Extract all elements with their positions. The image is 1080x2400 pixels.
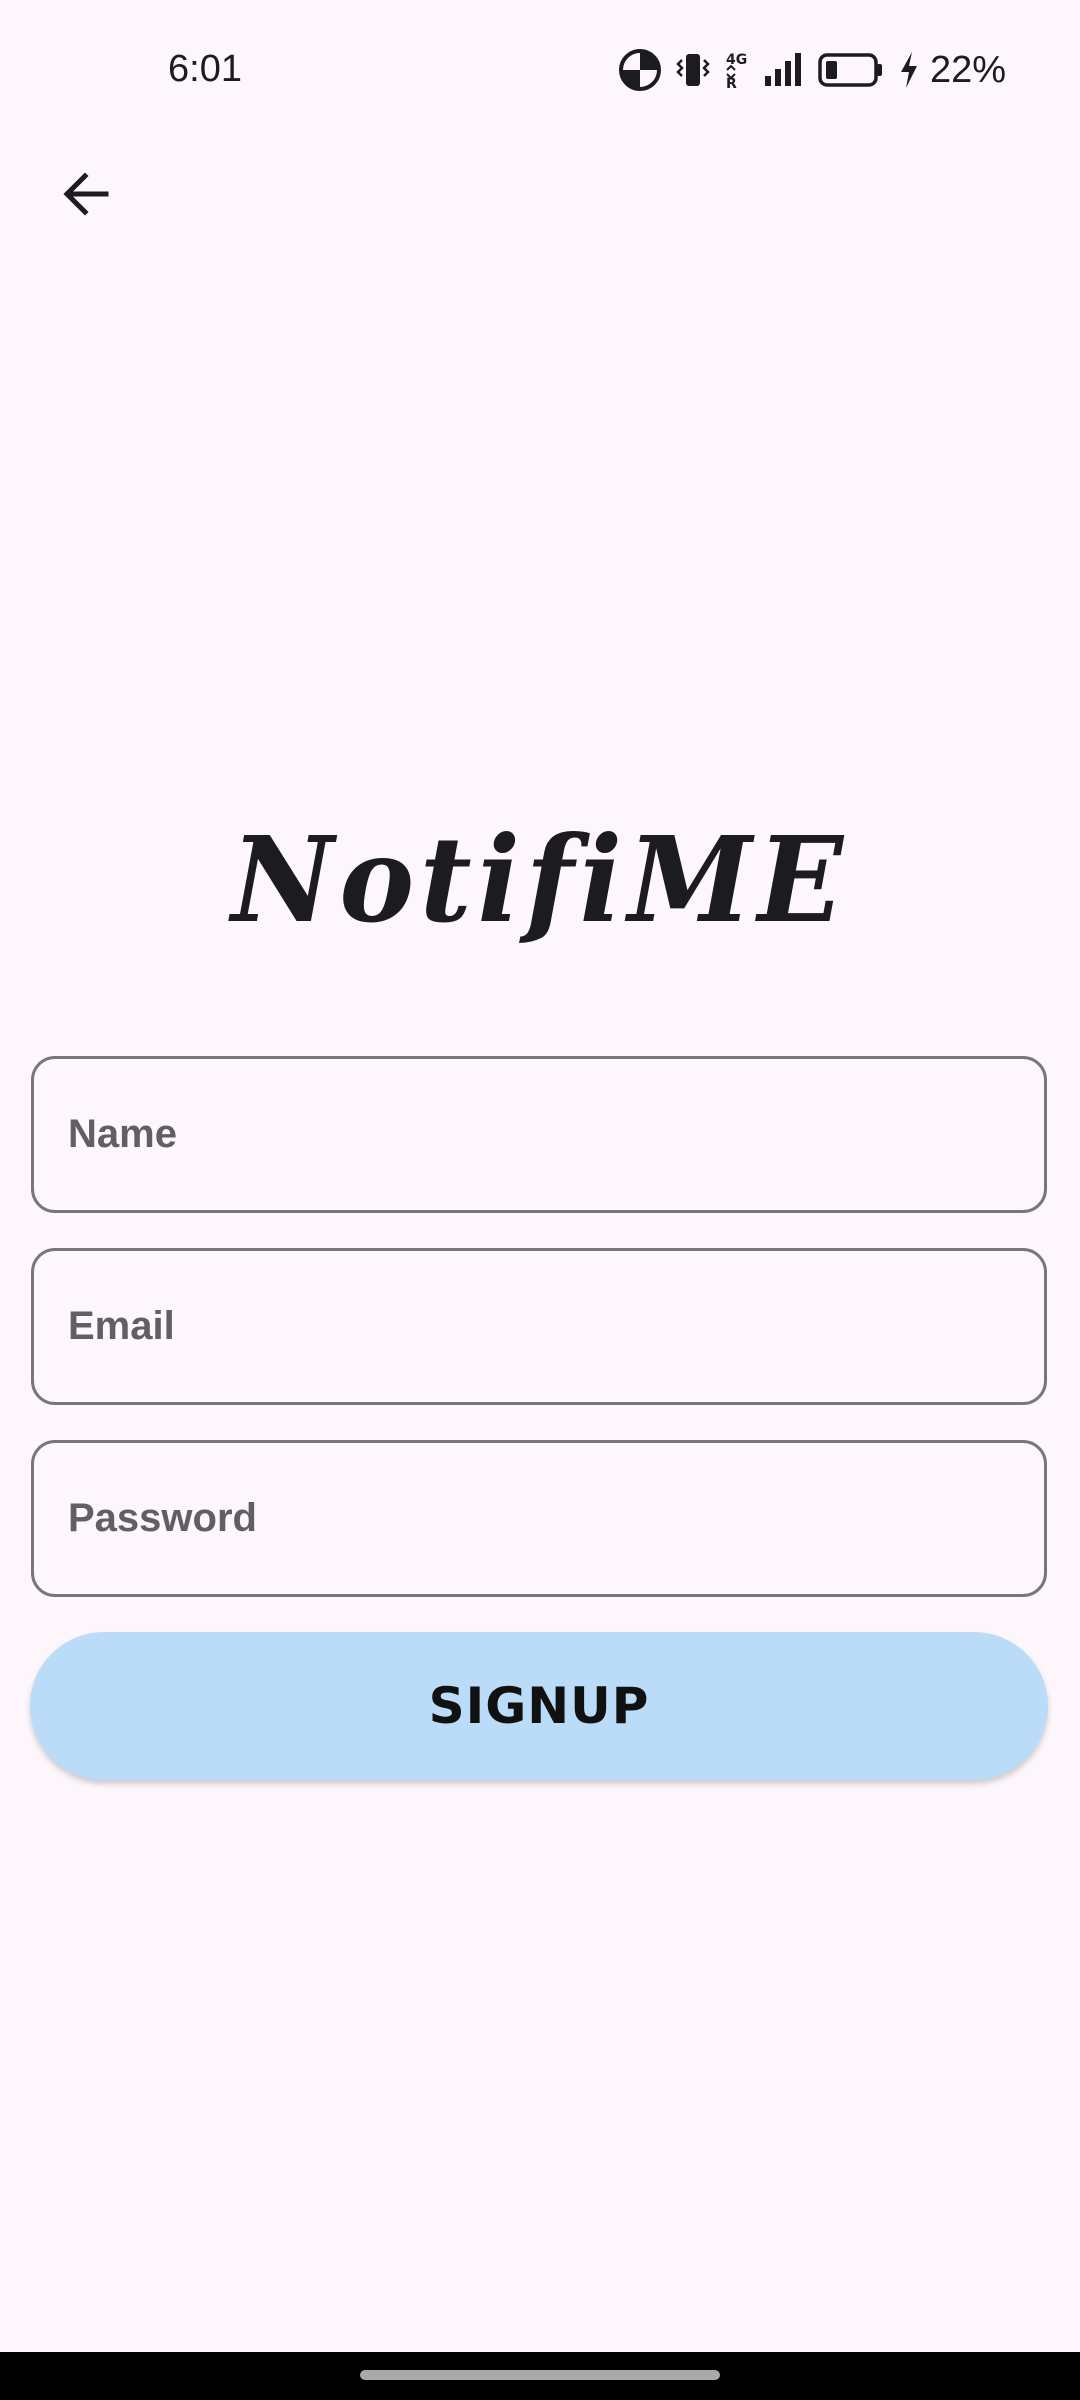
charging-icon [898,50,920,90]
email-input[interactable] [68,1304,1044,1349]
network-4g-icon: 4G R [724,48,750,92]
name-input[interactable] [68,1112,1044,1157]
signal-icon [764,52,804,88]
battery-percent: 22% [929,48,1006,91]
password-input[interactable] [68,1496,1044,1541]
signup-button[interactable]: SIGNUP [30,1632,1048,1780]
status-icons: 4G R 22% [618,46,1006,94]
name-field[interactable] [31,1056,1047,1213]
email-field[interactable] [31,1248,1047,1405]
status-time: 6:01 [168,48,242,90]
app-logo: NotifiME [231,810,849,949]
data-saver-icon [618,48,662,92]
arrow-left-icon [58,166,114,227]
battery-icon [818,52,884,88]
back-button[interactable] [38,148,134,244]
status-bar: 6:01 4G R 22% [0,0,1080,140]
svg-text:4G: 4G [726,52,747,68]
vibrate-icon [676,50,710,90]
password-field[interactable] [31,1440,1047,1597]
home-handle[interactable] [360,2370,720,2380]
navigation-bar [0,2352,1080,2400]
